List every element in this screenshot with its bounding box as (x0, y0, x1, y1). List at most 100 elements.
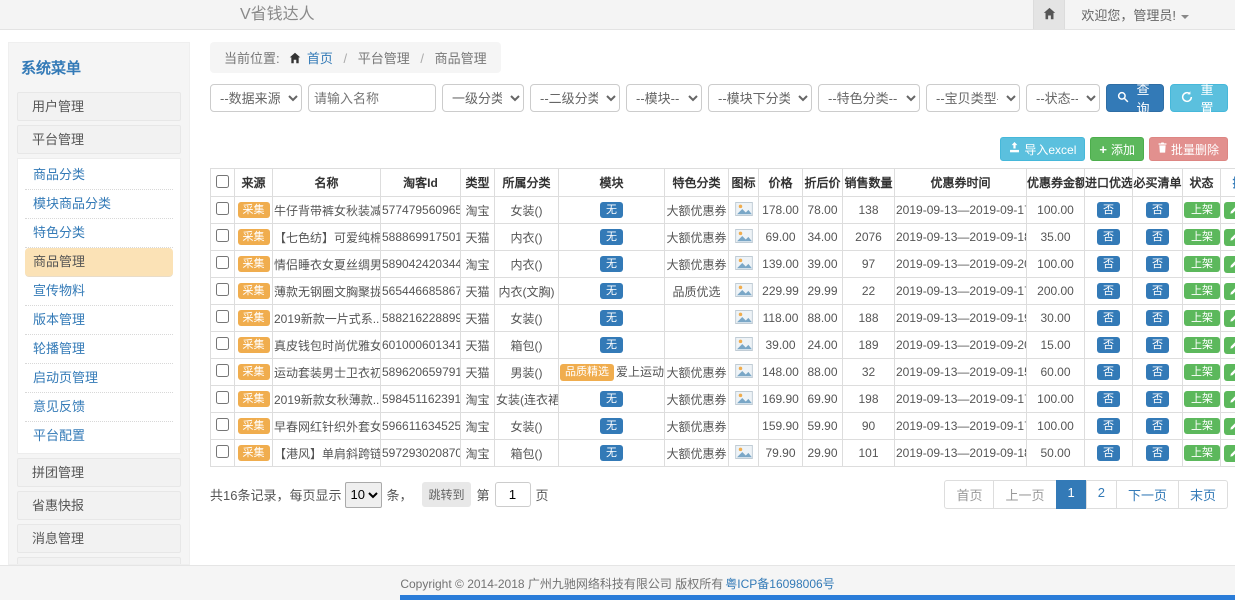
import-pick-badge[interactable]: 否 (1097, 256, 1120, 273)
must-buy-badge[interactable]: 否 (1146, 445, 1169, 462)
row-checkbox[interactable] (216, 229, 229, 242)
pager-item-下一页[interactable]: 下一页 (1116, 480, 1179, 509)
must-buy-badge[interactable]: 否 (1146, 418, 1169, 435)
sidebar-group-0[interactable]: 用户管理 (17, 92, 181, 121)
import-pick-badge[interactable]: 否 (1097, 391, 1120, 408)
sidebar-item[interactable]: 轮播管理 (25, 335, 173, 364)
product-name: 真皮钱包时尚优雅女士... (273, 332, 381, 359)
status-badge[interactable]: 上架 (1184, 310, 1220, 327)
breadcrumb-home-link[interactable]: 首页 (307, 51, 333, 66)
must-buy-badge[interactable]: 否 (1146, 229, 1169, 246)
status-badge[interactable]: 上架 (1184, 256, 1220, 273)
level1-category-select[interactable]: 一级分类 (442, 84, 524, 112)
icp-link[interactable]: 粤ICP备16098006号 (725, 575, 834, 592)
must-buy-badge[interactable]: 否 (1146, 310, 1169, 327)
sidebar-group-3[interactable]: 省惠快报 (17, 491, 181, 520)
module-select[interactable]: --模块-- (626, 84, 702, 112)
row-checkbox[interactable] (216, 202, 229, 215)
search-button[interactable]: 查询 (1106, 84, 1164, 112)
row-checkbox[interactable] (216, 283, 229, 296)
import-pick-badge[interactable]: 否 (1097, 283, 1120, 300)
sidebar-item-active[interactable]: 商品管理 (25, 248, 173, 277)
sidebar-item[interactable]: 平台配置 (25, 422, 173, 451)
add-button[interactable]: + 添加 (1090, 137, 1144, 161)
status-badge[interactable]: 上架 (1184, 445, 1220, 462)
sidebar-group-5[interactable]: 订单管理 (17, 557, 181, 565)
sidebar-item[interactable]: 版本管理 (25, 306, 173, 335)
edit-button[interactable] (1224, 256, 1235, 273)
status-badge[interactable]: 上架 (1184, 391, 1220, 408)
per-page-select[interactable]: 10 (345, 482, 382, 508)
edit-button[interactable] (1224, 418, 1235, 435)
edit-button[interactable] (1224, 283, 1235, 300)
import-pick-badge[interactable]: 否 (1097, 310, 1120, 327)
taoke-id: 565446685867 (381, 278, 461, 305)
edit-button[interactable] (1224, 391, 1235, 408)
import-pick-badge[interactable]: 否 (1097, 337, 1120, 354)
module-subcategory-select[interactable]: --模块下分类-- (708, 84, 812, 112)
product-type: 淘宝 (461, 413, 495, 440)
data-source-select[interactable]: --数据来源-- (210, 84, 302, 112)
user-menu[interactable]: 欢迎您，管理员! (1065, 5, 1235, 24)
import-pick-badge[interactable]: 否 (1097, 202, 1120, 219)
must-buy-badge[interactable]: 否 (1146, 364, 1169, 381)
status-badge[interactable]: 上架 (1184, 364, 1220, 381)
edit-button[interactable] (1224, 229, 1235, 246)
row-checkbox[interactable] (216, 310, 229, 323)
row-checkbox[interactable] (216, 337, 229, 350)
edit-button[interactable] (1224, 337, 1235, 354)
feature-category-select[interactable]: --特色分类-- (818, 84, 920, 112)
sidebar-item[interactable]: 模块商品分类 (25, 190, 173, 219)
sidebar-item[interactable]: 商品分类 (25, 161, 173, 190)
page-number-input[interactable] (495, 482, 531, 507)
row-checkbox[interactable] (216, 418, 229, 431)
row-checkbox[interactable] (216, 445, 229, 458)
status-badge[interactable]: 上架 (1184, 202, 1220, 219)
must-buy-badge[interactable]: 否 (1146, 283, 1169, 300)
status-badge[interactable]: 上架 (1184, 229, 1220, 246)
sidebar-item[interactable]: 启动页管理 (25, 364, 173, 393)
batch-delete-button[interactable]: 批量删除 (1149, 137, 1228, 161)
discount-price: 29.99 (803, 278, 843, 305)
per-page-suffix: 条， (386, 485, 412, 504)
row-checkbox[interactable] (216, 256, 229, 269)
table-row: 采集情侣睡衣女夏丝绸男士...589042420344淘宝内衣()无大额优惠券1… (211, 251, 1235, 278)
sidebar-item[interactable]: 意见反馈 (25, 393, 173, 422)
pager-item-active[interactable]: 1 (1056, 480, 1087, 509)
select-all-checkbox[interactable] (216, 175, 229, 188)
item-type-select[interactable]: --宝贝类型-- (926, 84, 1020, 112)
pager-item-末页[interactable]: 末页 (1178, 480, 1228, 509)
jump-button[interactable]: 跳转到 (422, 482, 470, 507)
name-input[interactable] (308, 84, 436, 112)
reset-button[interactable]: 重置 (1170, 84, 1228, 112)
status-badge[interactable]: 上架 (1184, 418, 1220, 435)
must-buy-badge[interactable]: 否 (1146, 391, 1169, 408)
sidebar-group-4[interactable]: 消息管理 (17, 524, 181, 553)
home-button[interactable] (1033, 0, 1065, 29)
edit-button[interactable] (1224, 202, 1235, 219)
import-pick-badge[interactable]: 否 (1097, 229, 1120, 246)
must-buy-badge[interactable]: 否 (1146, 202, 1169, 219)
edit-button[interactable] (1224, 445, 1235, 462)
status-badge[interactable]: 上架 (1184, 283, 1220, 300)
import-excel-button[interactable]: 导入excel (1000, 137, 1085, 161)
sidebar-group-1[interactable]: 平台管理 (17, 125, 181, 154)
sidebar-item[interactable]: 宣传物料 (25, 277, 173, 306)
status-select[interactable]: --状态-- (1026, 84, 1100, 112)
level2-category-select[interactable]: --二级分类-- (530, 84, 620, 112)
import-pick-badge[interactable]: 否 (1097, 445, 1120, 462)
welcome-text: 欢迎您，管理员! (1081, 8, 1176, 23)
sales-count: 32 (843, 359, 895, 386)
edit-button[interactable] (1224, 364, 1235, 381)
sidebar-group-2[interactable]: 拼团管理 (17, 458, 181, 487)
import-pick-badge[interactable]: 否 (1097, 418, 1120, 435)
row-checkbox[interactable] (216, 391, 229, 404)
must-buy-badge[interactable]: 否 (1146, 337, 1169, 354)
status-badge[interactable]: 上架 (1184, 337, 1220, 354)
must-buy-badge[interactable]: 否 (1146, 256, 1169, 273)
edit-button[interactable] (1224, 310, 1235, 327)
pager-item-2[interactable]: 2 (1086, 480, 1117, 509)
row-checkbox[interactable] (216, 364, 229, 377)
import-pick-badge[interactable]: 否 (1097, 364, 1120, 381)
sidebar-item[interactable]: 特色分类 (25, 219, 173, 248)
